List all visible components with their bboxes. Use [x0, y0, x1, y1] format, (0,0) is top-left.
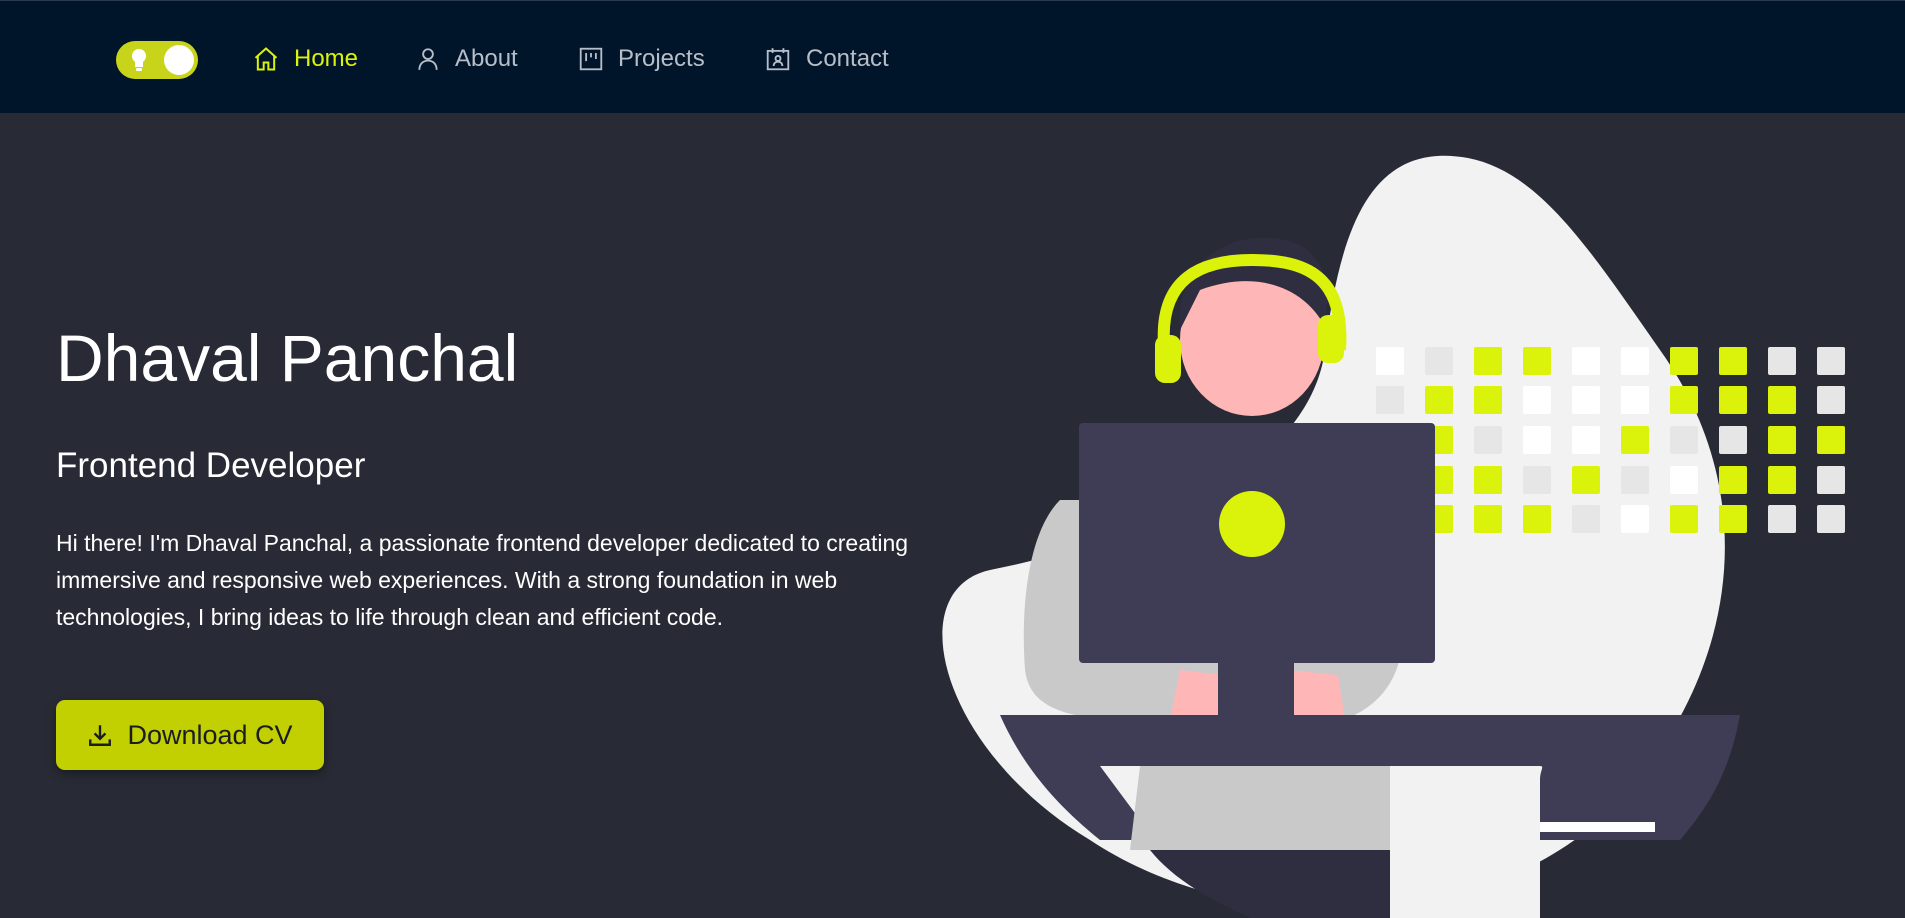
- nav-home[interactable]: Home: [252, 39, 358, 79]
- person-legs: [1130, 766, 1400, 850]
- theme-toggle[interactable]: [116, 41, 198, 79]
- nav-about-label: About: [455, 45, 518, 72]
- kanban-icon: [579, 47, 603, 71]
- nav-contact-label: Contact: [806, 45, 889, 72]
- download-icon: [89, 725, 112, 746]
- nav-projects[interactable]: Projects: [578, 39, 705, 79]
- monitor-logo: [1219, 491, 1285, 557]
- nav-contact[interactable]: Contact: [764, 39, 889, 79]
- hero-bio: Hi there! I'm Dhaval Panchal, a passiona…: [56, 530, 909, 630]
- navbar: Home About Projects Contact: [0, 0, 1905, 113]
- user-icon: [418, 48, 438, 70]
- developer-illustration: [942, 155, 1845, 918]
- download-cv-label: Download CV: [127, 719, 293, 750]
- toggle-knob: [164, 45, 194, 75]
- nav-home-label: Home: [294, 45, 359, 72]
- nav-projects-label: Projects: [618, 45, 705, 72]
- hero-role: Frontend Developer: [56, 446, 366, 485]
- lightbulb-icon: [132, 49, 146, 71]
- download-cv-button[interactable]: Download CV: [56, 700, 324, 770]
- home-icon: [254, 47, 278, 71]
- nav-about[interactable]: About: [415, 39, 518, 79]
- contact-card-icon: [766, 48, 790, 71]
- hero-name: Dhaval Panchal: [56, 321, 519, 395]
